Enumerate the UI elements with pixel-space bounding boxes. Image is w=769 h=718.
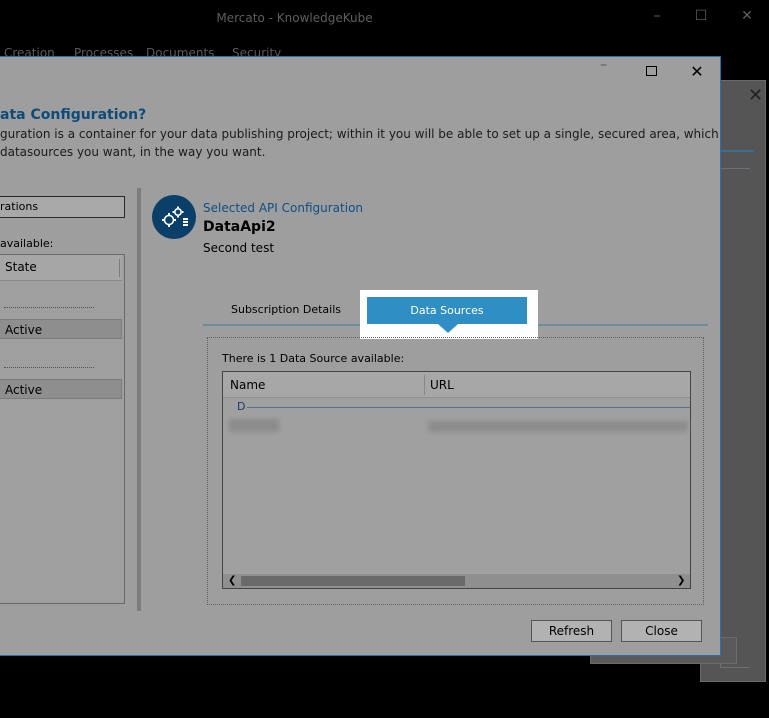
configuration-filter-field[interactable]: rations (0, 196, 125, 218)
main-close-button[interactable]: ✕ (734, 6, 760, 26)
list-item-state: Active (5, 323, 43, 337)
selected-configuration-label: Selected API Configuration (203, 201, 364, 215)
main-minimize-button[interactable]: – (644, 6, 670, 26)
active-tab-arrow-icon (438, 324, 458, 333)
configurations-available-label: available: (0, 237, 54, 250)
column-separator (119, 259, 120, 277)
data-sources-grid[interactable]: Name URL D ❮ ❯ (222, 371, 691, 589)
selected-configuration-name: DataApi2 (203, 219, 276, 235)
panel-splitter[interactable] (137, 188, 141, 611)
info-title: ata Configuration? (0, 107, 147, 123)
dialog-titlebar: – ✕ (0, 57, 720, 87)
tab-underline (203, 324, 360, 326)
tab-data-sources[interactable]: Data Sources (367, 297, 527, 324)
list-header: State (0, 255, 122, 281)
refresh-button[interactable]: Refresh (531, 620, 612, 642)
horizontal-scrollbar[interactable]: ❮ ❯ (223, 574, 690, 588)
tab-underline (538, 324, 708, 326)
dialog-minimize-button[interactable]: – (600, 57, 607, 73)
info-text: guration is a container for your data pu… (0, 125, 719, 161)
data-source-count-label: There is 1 Data Source available: (222, 352, 405, 365)
column-header-url[interactable]: URL (430, 378, 454, 392)
row-divider (4, 367, 94, 368)
info-line-1: guration is a container for your data pu… (0, 127, 719, 141)
row-divider (4, 307, 94, 308)
configurations-list[interactable]: State Active Active (0, 254, 125, 604)
tab-subscription-details[interactable]: Subscription Details (231, 303, 341, 316)
scroll-left-icon[interactable]: ❮ (228, 574, 236, 588)
background-close-icon[interactable]: ✕ (748, 86, 766, 106)
background-inner-frame (720, 168, 750, 668)
scrollbar-thumb[interactable] (241, 576, 465, 586)
column-separator[interactable] (424, 375, 425, 395)
gears-icon (152, 195, 196, 239)
api-configuration-dialog: – ✕ ata Configuration? guration is a con… (0, 56, 721, 656)
main-titlebar: Mercato - KnowledgeKube – ☐ ✕ (0, 0, 769, 36)
close-button[interactable]: Close (621, 620, 702, 642)
group-header[interactable]: D (237, 400, 245, 413)
table-row-name-redacted[interactable] (229, 419, 279, 432)
group-divider (247, 407, 690, 408)
list-item-state: Active (5, 383, 43, 397)
column-header-state[interactable]: State (5, 260, 37, 274)
main-window-title: Mercato - KnowledgeKube (216, 11, 373, 25)
list-item[interactable]: Active (0, 379, 122, 399)
background-divider (720, 150, 754, 152)
info-line-2: datasources you want, in the way you wan… (0, 145, 266, 159)
dialog-close-button[interactable]: ✕ (682, 61, 712, 83)
selected-configuration-description: Second test (203, 241, 275, 255)
dialog-maximize-button[interactable] (646, 66, 657, 76)
list-item[interactable]: Active (0, 319, 122, 339)
main-maximize-button[interactable]: ☐ (688, 6, 714, 26)
scroll-right-icon[interactable]: ❯ (677, 574, 685, 588)
column-header-name[interactable]: Name (230, 378, 265, 392)
table-row-url-redacted[interactable] (428, 421, 688, 432)
grid-header: Name URL (223, 372, 690, 398)
